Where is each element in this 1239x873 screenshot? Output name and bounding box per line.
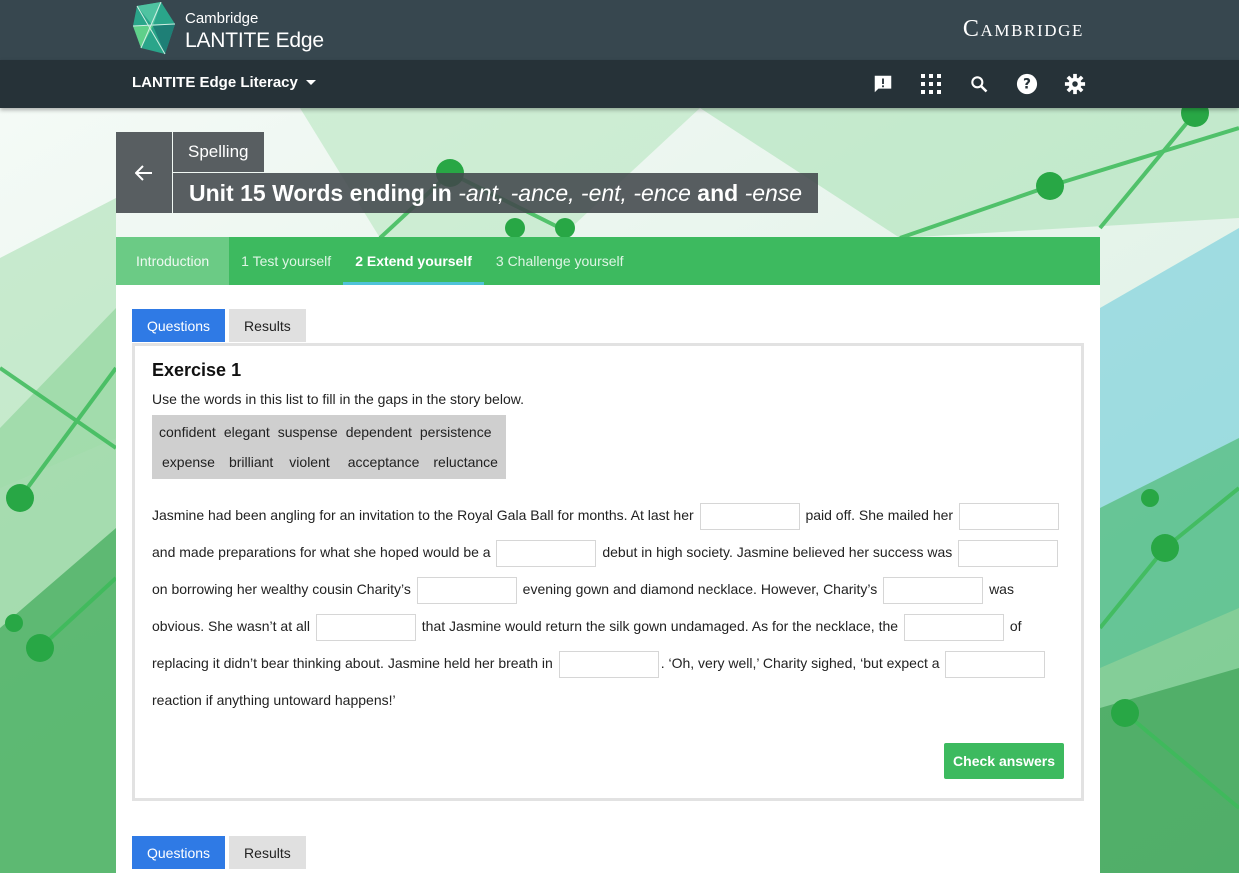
page-title: Unit 15 Words ending in -ant, -ance, -en… [173,173,819,213]
product-selector-dropdown[interactable]: LANTITE Edge Literacy [132,74,316,91]
apps-grid-icon[interactable] [919,72,943,96]
title-suffixes-1: -ant, -ance, -ent, -ence [458,179,691,206]
story-segment: Jasmine had been angling for an invitati… [152,507,694,523]
tab-label: Questions [147,317,211,334]
gap-input-8[interactable] [903,613,1004,641]
questions-results-tabs-2: Questions Results [132,836,306,869]
word-bank-item: acceptance [347,454,420,470]
search-icon[interactable] [967,72,991,96]
help-icon[interactable]: ? [1015,72,1039,96]
story-segment: debut in high society. Jasmine believed … [602,544,953,560]
tab-results[interactable]: Results [229,309,306,342]
section-tabs: Introduction 1 Test yourself 2 Extend yo… [116,237,1100,285]
product-navbar: LANTITE Edge Literacy ? [0,60,1239,108]
tab-label: Results [244,844,291,861]
tab-questions[interactable]: Questions [132,836,226,869]
cambridge-wordmark: Cambridge [963,16,1084,43]
word-bank-item: persistence [419,424,492,440]
logo-text: Cambridge LANTITE Edge [185,9,324,51]
gap-input-1[interactable] [699,502,800,530]
story-segment: on borrowing her wealthy cousin Charity’… [152,581,411,597]
settings-icon[interactable] [1063,72,1087,96]
tab-label: 1 Test yourself [241,253,332,269]
story-segment: and made preparations for what she hoped… [152,544,491,560]
top-header-bar: Cambridge LANTITE Edge Cambridge [0,0,1239,60]
gap-input-7[interactable] [315,613,416,641]
tab-label: 2 Extend yourself [355,253,472,269]
tab-extend-yourself[interactable]: 2 Extend yourself [343,237,484,285]
questions-results-tabs: Questions Results [132,309,306,342]
word-bank-item: brilliant [228,454,274,470]
word-bank-item: elegant [223,424,270,440]
exercise-panel: Questions Results Exercise 1 Use the wor… [116,285,1100,873]
product-title: LANTITE Edge Literacy [132,74,298,91]
back-button[interactable] [116,132,172,213]
svg-text:?: ? [1023,77,1031,93]
gap-input-3[interactable] [496,539,597,567]
title-suffix-2: -ense [744,179,803,206]
story-text: Jasmine had been angling for an invitati… [152,497,1064,719]
word-bank-item: expense [162,454,215,470]
breadcrumb[interactable]: Spelling [173,132,264,172]
cambridge-lantite-logo[interactable]: Cambridge LANTITE Edge [131,0,324,60]
logo-line-1: Cambridge [185,10,259,27]
arrow-left-icon [135,164,152,181]
gap-input-6[interactable] [883,576,984,604]
story-segment: evening gown and diamond necklace. Howev… [522,581,878,597]
gap-input-2[interactable] [958,502,1059,530]
nav-icon-group: ? [871,72,1087,96]
story-segment: paid off. She mailed her [805,507,954,523]
exercise-1-box: Exercise 1 Use the words in this list to… [132,343,1084,801]
word-bank-item: dependent [345,424,412,440]
word-bank-item: reluctance [433,454,498,470]
feedback-icon[interactable] [871,72,895,96]
logo-mark-icon [132,2,176,55]
story-segment: . ‘Oh, very well,’ Charity sighed, ‘but … [660,655,940,671]
gap-input-4[interactable] [958,539,1059,567]
logo-line-2: LANTITE Edge [185,29,324,52]
tab-label: Results [244,317,291,334]
story-segment: reaction if anything untoward happens!’ [152,692,396,708]
word-bank-item: violent [289,454,330,470]
tab-questions[interactable]: Questions [132,309,226,342]
title-prefix: Unit 15 Words ending in [189,179,459,206]
chevron-down-icon [305,80,316,85]
story-segment: that Jasmine would return the silk gown … [421,618,899,634]
exercise-instruction: Use the words in this list to fill in th… [152,391,524,407]
word-bank-row-1: confident elegant suspense dependent per… [155,417,503,447]
gap-input-10[interactable] [945,650,1046,678]
tab-introduction[interactable]: Introduction [116,237,230,285]
check-answers-button[interactable]: Check answers [944,743,1064,779]
gap-input-5[interactable] [416,576,517,604]
word-bank-row-2: expense brilliant violent acceptance rel… [155,447,503,477]
breadcrumb-label: Spelling [188,142,249,161]
word-bank-item: confident [159,424,216,440]
tab-challenge-yourself[interactable]: 3 Challenge yourself [484,237,636,285]
title-and: and [690,179,745,206]
word-bank-item: suspense [277,424,338,440]
exercise-title: Exercise 1 [152,360,242,380]
tab-label: Questions [147,844,211,861]
gap-input-9[interactable] [558,650,659,678]
cambridge-wordmark-text: Cambridge [962,16,1084,42]
tab-results[interactable]: Results [229,836,306,869]
word-bank: confident elegant suspense dependent per… [152,415,506,479]
tab-label: 3 Challenge yourself [495,253,624,269]
tab-label: Introduction [136,253,210,269]
tab-test-yourself[interactable]: 1 Test yourself [229,237,343,285]
